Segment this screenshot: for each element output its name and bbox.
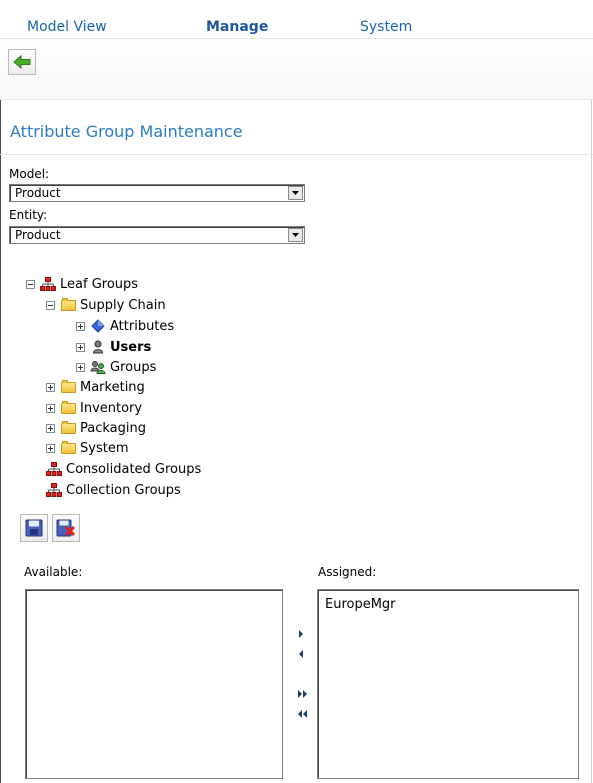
move-left-button[interactable] <box>297 649 305 662</box>
tree-label: Consolidated Groups <box>66 461 202 477</box>
cancel-save-button[interactable] <box>52 514 80 542</box>
cancel-save-icon <box>56 519 76 537</box>
available-listbox[interactable] <box>25 589 283 779</box>
tree-label: Inventory <box>80 400 143 416</box>
tree-node-users[interactable]: Users <box>76 338 151 356</box>
assigned-listbox[interactable]: EuropeMgr <box>317 589 579 779</box>
tree-node-attributes[interactable]: Attributes <box>76 317 174 335</box>
tree-label: Collection Groups <box>66 482 181 498</box>
move-all-right-button[interactable] <box>297 689 309 702</box>
tree-label: Packaging <box>80 420 146 436</box>
folder-icon <box>60 400 76 415</box>
folder-icon <box>60 297 76 312</box>
hierarchy-icon <box>46 483 62 497</box>
list-item[interactable]: EuropeMgr <box>325 597 396 612</box>
tab-model-view[interactable]: Model View <box>27 19 107 35</box>
expand-icon[interactable] <box>46 443 55 453</box>
folder-icon <box>60 379 76 394</box>
user-icon <box>90 340 106 354</box>
model-select[interactable]: Product <box>9 184 305 202</box>
move-right-button[interactable] <box>297 629 305 642</box>
page-title: Attribute Group Maintenance <box>10 122 243 141</box>
double-arrow-left-icon <box>298 710 307 718</box>
folder-icon <box>60 420 76 435</box>
tree-node-supply-chain[interactable]: Supply Chain <box>46 296 166 314</box>
collapse-icon[interactable] <box>46 300 55 310</box>
expand-icon[interactable] <box>76 321 85 331</box>
tree-label: Attributes <box>110 318 175 334</box>
tab-manage[interactable]: Manage <box>206 19 268 35</box>
double-arrow-right-icon <box>298 690 307 698</box>
expand-icon[interactable] <box>46 423 55 433</box>
tree-node-consolidated-groups[interactable]: Consolidated Groups <box>46 460 201 478</box>
model-label: Model: <box>9 167 50 181</box>
arrow-right-icon <box>299 630 303 638</box>
collapse-icon[interactable] <box>26 279 35 289</box>
entity-label: Entity: <box>9 208 48 222</box>
expand-icon[interactable] <box>76 342 85 352</box>
save-button[interactable] <box>20 514 48 542</box>
arrow-left-icon <box>299 650 303 658</box>
tree-node-inventory[interactable]: Inventory <box>46 399 142 417</box>
tree-label: System <box>80 440 129 456</box>
top-nav: Model View Manage System <box>0 0 593 39</box>
save-icon <box>25 519 43 537</box>
toolbar <box>0 39 593 100</box>
tree-label: Marketing <box>80 379 145 395</box>
available-label: Available: <box>24 565 83 579</box>
tree-node-leaf-groups[interactable]: Leaf Groups <box>26 275 138 293</box>
tree-node-packaging[interactable]: Packaging <box>46 419 146 437</box>
hierarchy-icon <box>40 277 56 291</box>
diamond-icon <box>90 319 106 333</box>
expand-icon[interactable] <box>46 403 55 413</box>
move-all-left-button[interactable] <box>297 709 309 722</box>
tab-system[interactable]: System <box>360 19 412 35</box>
model-select-value: Product <box>15 186 61 200</box>
chevron-down-icon[interactable] <box>288 228 303 242</box>
entity-select[interactable]: Product <box>9 226 305 244</box>
tree-label: Supply Chain <box>80 297 166 313</box>
tree-label: Leaf Groups <box>60 276 139 292</box>
tree-label: Users <box>110 339 152 355</box>
group-icon <box>90 360 106 374</box>
hierarchy-icon <box>46 462 62 476</box>
tree-label: Groups <box>110 359 157 375</box>
title-divider <box>0 154 593 155</box>
folder-icon <box>60 440 76 455</box>
assigned-label: Assigned: <box>318 565 377 579</box>
chevron-down-icon[interactable] <box>288 186 303 200</box>
tree-node-marketing[interactable]: Marketing <box>46 378 145 396</box>
entity-select-value: Product <box>15 228 61 242</box>
tree-node-system[interactable]: System <box>46 439 128 457</box>
tree-node-groups[interactable]: Groups <box>76 358 156 376</box>
expand-icon[interactable] <box>46 382 55 392</box>
expand-icon[interactable] <box>76 362 85 372</box>
back-button[interactable] <box>8 49 36 75</box>
arrow-left-icon <box>13 55 31 69</box>
tree-node-collection-groups[interactable]: Collection Groups <box>46 481 181 499</box>
